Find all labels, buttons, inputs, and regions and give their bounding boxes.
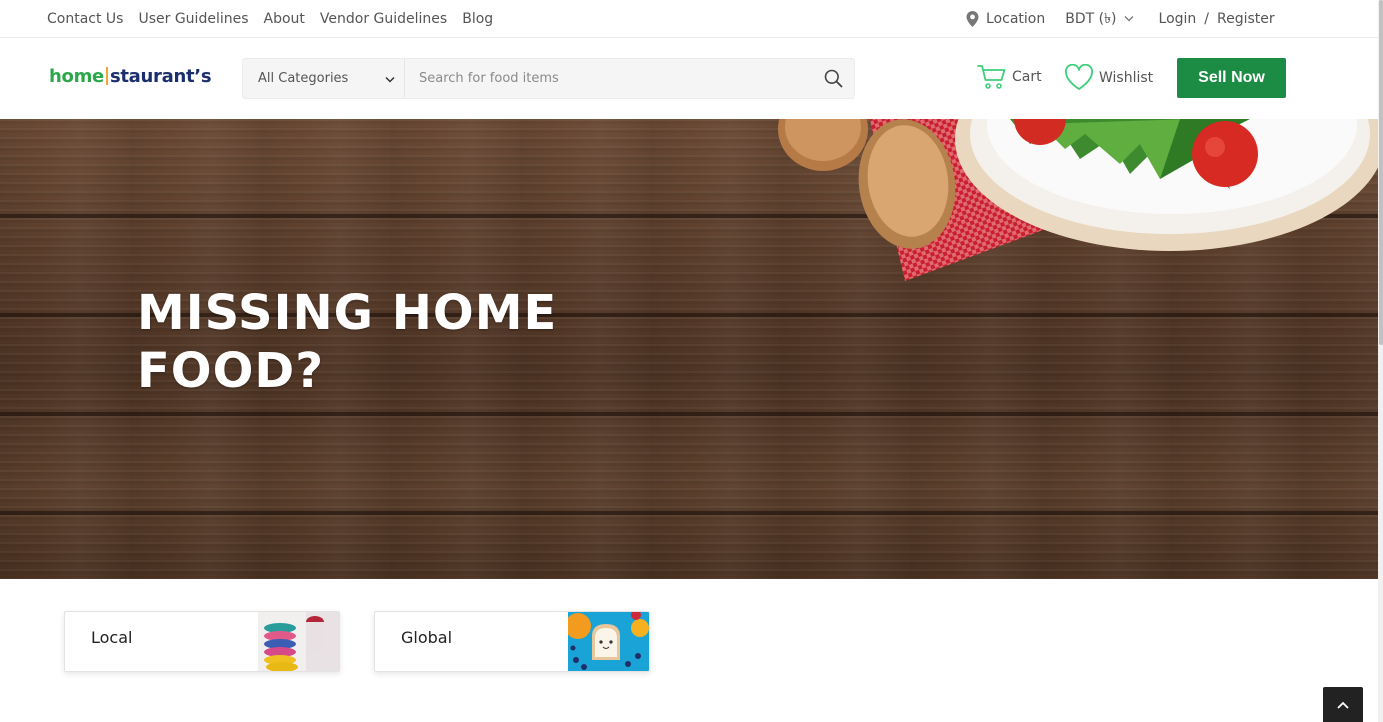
auth-links: Login / Register	[1159, 11, 1275, 27]
scroll-to-top-button[interactable]	[1323, 687, 1363, 722]
currency-selector[interactable]: BDT (৳)	[1065, 7, 1133, 31]
heart-icon	[1065, 64, 1093, 90]
category-label-global: Global	[401, 628, 453, 647]
login-link[interactable]: Login	[1159, 11, 1197, 27]
location-selector[interactable]: Location	[966, 10, 1046, 27]
wishlist-link[interactable]: Wishlist	[1064, 64, 1153, 91]
hero-title: MISSING HOME FOOD?	[137, 285, 558, 399]
top-link-user-guidelines[interactable]: User Guidelines	[138, 11, 248, 27]
main-header: homestaurant’s All Categories Cart Wi	[0, 38, 1378, 119]
logo-text-staurants: staurant’s	[109, 66, 212, 87]
location-label: Location	[986, 10, 1046, 27]
chevron-up-icon	[1337, 701, 1349, 709]
auth-separator: /	[1204, 10, 1210, 27]
hero-banner: MISSING HOME FOOD?	[0, 119, 1378, 579]
search-button[interactable]	[812, 59, 854, 98]
category-dropdown-label: All Categories	[258, 71, 349, 86]
cart-label: Cart	[1012, 69, 1042, 85]
chevron-down-icon	[1124, 16, 1133, 22]
search-input[interactable]	[405, 59, 812, 98]
wishlist-label: Wishlist	[1099, 69, 1154, 86]
top-link-about[interactable]: About	[264, 11, 305, 27]
top-nav: Contact Us User Guidelines About Vendor …	[47, 0, 508, 37]
top-link-contact-us[interactable]: Contact Us	[47, 11, 123, 27]
top-utility: Location BDT (৳) Login / Register	[966, 0, 1275, 37]
register-link[interactable]: Register	[1217, 11, 1275, 27]
logo-divider	[105, 67, 108, 85]
category-dropdown[interactable]: All Categories	[243, 59, 405, 98]
top-bar: Contact Us User Guidelines About Vendor …	[0, 0, 1378, 38]
sell-now-button[interactable]: Sell Now	[1177, 58, 1286, 98]
cart-icon	[977, 65, 1006, 89]
category-thumbnail-global	[568, 612, 649, 671]
map-pin-icon	[966, 10, 979, 27]
category-thumbnail-local	[258, 612, 339, 671]
search-icon	[824, 69, 842, 88]
category-label-local: Local	[91, 628, 133, 647]
top-link-blog[interactable]: Blog	[462, 11, 493, 27]
page-scrollbar-thumb[interactable]	[1379, 0, 1383, 345]
category-card-local[interactable]: Local	[64, 611, 340, 672]
currency-label: BDT (৳)	[1065, 10, 1117, 27]
search-bar: All Categories	[242, 58, 855, 99]
site-logo[interactable]: home staurant’s	[49, 66, 212, 87]
cart-link[interactable]: Cart	[977, 64, 1042, 90]
category-card-global[interactable]: Global	[374, 611, 650, 672]
chevron-down-icon	[385, 76, 395, 83]
top-link-vendor-guidelines[interactable]: Vendor Guidelines	[320, 11, 447, 27]
logo-text-home: home	[49, 66, 104, 87]
